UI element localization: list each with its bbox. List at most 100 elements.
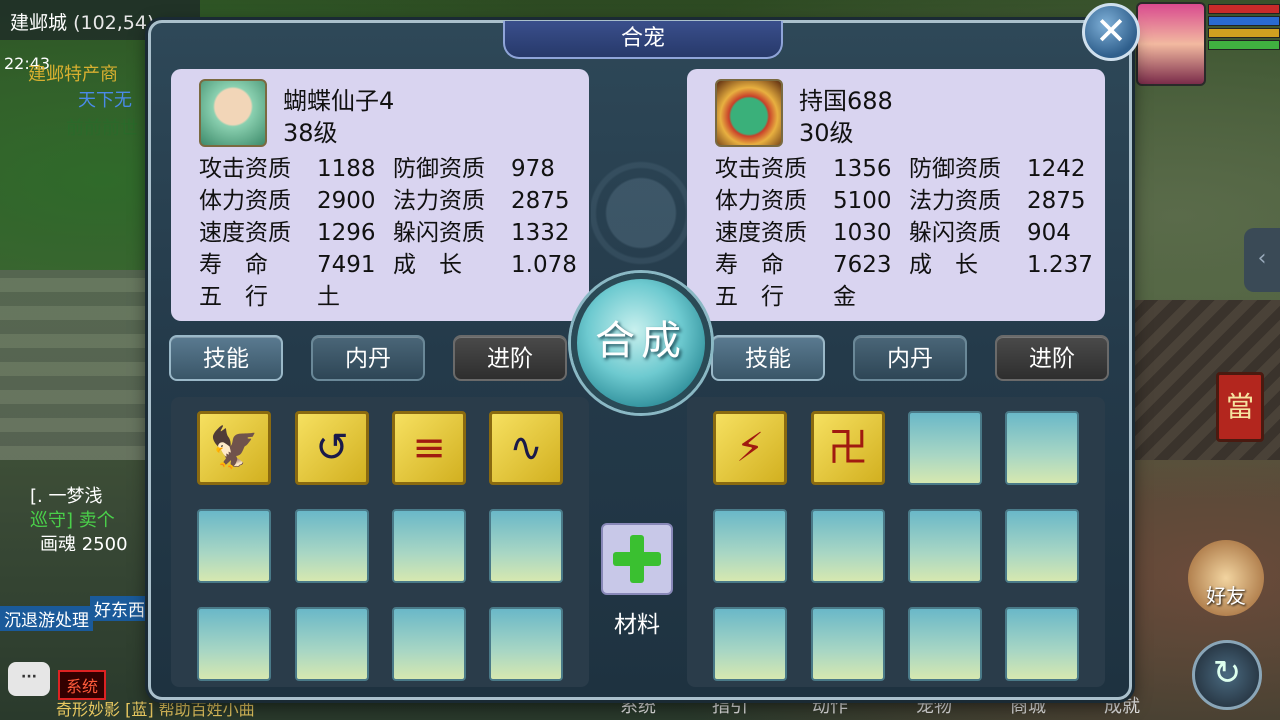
stone-wall xyxy=(0,270,150,460)
left-skill-grid: 🦅 ↺ ≡ ∿ xyxy=(171,397,589,687)
fairy-pet-avatar-icon[interactable] xyxy=(199,79,267,147)
chat-icon[interactable]: ··· xyxy=(8,662,50,696)
friend-label: 好友 xyxy=(1206,584,1246,608)
empty-skill-slot[interactable] xyxy=(1005,411,1079,485)
side-collapse-icon[interactable]: ‹ xyxy=(1244,228,1280,292)
stat-value: 1.237 xyxy=(1027,252,1093,278)
stat-value: 1030 xyxy=(833,220,892,246)
stat-value: 1242 xyxy=(1027,156,1086,182)
empty-skill-slot[interactable] xyxy=(392,607,466,681)
empty-skill-slot[interactable] xyxy=(811,607,885,681)
material-label: 材料 xyxy=(614,612,660,638)
empty-skill-slot[interactable] xyxy=(713,607,787,681)
stat-value: 5100 xyxy=(833,188,892,214)
location-name: 建邺城 xyxy=(10,12,68,34)
stat-label: 成 长 xyxy=(909,252,978,278)
empty-skill-slot[interactable] xyxy=(197,509,271,583)
guardian-pet-avatar-icon[interactable] xyxy=(715,79,783,147)
stat-value: 1356 xyxy=(833,156,892,182)
stat-label: 速度资质 xyxy=(199,220,291,246)
stat-value: 7491 xyxy=(317,252,376,278)
left-tab-skills[interactable]: 技能 xyxy=(169,335,283,381)
chat-tag[interactable]: 沉退游处理 xyxy=(0,606,93,631)
mp-bar xyxy=(1208,16,1280,26)
plus-icon xyxy=(613,535,661,583)
empty-skill-slot[interactable] xyxy=(489,509,563,583)
whirlwind-icon[interactable]: ∿ xyxy=(489,411,563,485)
stat-label: 躲闪资质 xyxy=(393,220,485,246)
stat-value: 1332 xyxy=(511,220,570,246)
rune-icon[interactable]: 卍 xyxy=(811,411,885,485)
location-coords: (102,54) xyxy=(73,12,155,34)
right-skill-grid: ⚡ 卍 xyxy=(687,397,1105,687)
close-icon[interactable]: ✕ xyxy=(1082,3,1140,61)
empty-skill-slot[interactable] xyxy=(908,509,982,583)
empty-skill-slot[interactable] xyxy=(1005,607,1079,681)
empty-skill-slot[interactable] xyxy=(713,509,787,583)
stat-value: 2875 xyxy=(1027,188,1086,214)
right-pet-info: 持国688 30级 攻击资质 1356 防御资质 1242 体力资质 5100 … xyxy=(687,69,1105,321)
empty-skill-slot[interactable] xyxy=(908,411,982,485)
right-tab-inner-core[interactable]: 内丹 xyxy=(853,335,967,381)
stat-label: 寿 命 xyxy=(199,252,268,278)
empty-skill-slot[interactable] xyxy=(295,607,369,681)
left-pet-level: 38级 xyxy=(283,119,338,147)
stat-label: 躲闪资质 xyxy=(909,220,1001,246)
stat-label: 攻击资质 xyxy=(199,156,291,182)
chat-line: 画魂 2500 xyxy=(40,534,128,555)
exp-bar xyxy=(1208,40,1280,50)
stat-label: 体力资质 xyxy=(715,188,807,214)
stat-label: 五 行 xyxy=(199,284,268,310)
stat-value: 1.078 xyxy=(511,252,577,278)
left-pet-info: 蝴蝶仙子4 38级 攻击资质 1188 防御资质 978 体力资质 2900 法… xyxy=(171,69,589,321)
left-tab-inner-core[interactable]: 内丹 xyxy=(311,335,425,381)
empty-skill-slot[interactable] xyxy=(197,607,271,681)
left-pet-stats: 攻击资质 1188 防御资质 978 体力资质 2900 法力资质 2875 速… xyxy=(199,153,587,313)
empty-skill-slot[interactable] xyxy=(295,509,369,583)
right-tab-skills[interactable]: 技能 xyxy=(711,335,825,381)
stat-value: 1188 xyxy=(317,156,376,182)
empty-skill-slot[interactable] xyxy=(908,607,982,681)
friend-button[interactable]: 好友 xyxy=(1188,540,1264,616)
dash-icon[interactable]: ≡ xyxy=(392,411,466,485)
stat-label: 法力资质 xyxy=(909,188,1001,214)
empty-skill-slot[interactable] xyxy=(489,607,563,681)
stat-value: 2875 xyxy=(511,188,570,214)
empty-skill-slot[interactable] xyxy=(811,509,885,583)
lightning-icon[interactable]: ⚡ xyxy=(713,411,787,485)
eagle-icon[interactable]: 🦅 xyxy=(197,411,271,485)
npc-label-2: 天下无 xyxy=(78,90,132,111)
left-pet-name: 蝴蝶仙子4 xyxy=(283,87,395,115)
refresh-icon[interactable]: ↻ xyxy=(1192,640,1262,710)
hp-bar xyxy=(1208,4,1280,14)
empty-skill-slot[interactable] xyxy=(1005,509,1079,583)
left-tab-advance[interactable]: 进阶 xyxy=(453,335,567,381)
empty-skill-slot[interactable] xyxy=(392,509,466,583)
right-tab-advance[interactable]: 进阶 xyxy=(995,335,1109,381)
chat-line: [. 一梦浅 xyxy=(30,486,103,507)
shop-sign: 當 xyxy=(1216,372,1264,442)
pet-merge-dialog: 合宠 蝴蝶仙子4 38级 攻击资质 1188 防御资质 978 体力资质 290… xyxy=(148,20,1132,703)
hook-icon[interactable]: ↺ xyxy=(295,411,369,485)
add-material-button[interactable] xyxy=(601,523,673,595)
stat-value: 978 xyxy=(511,156,555,182)
stat-value: 7623 xyxy=(833,252,892,278)
stat-label: 速度资质 xyxy=(715,220,807,246)
npc-label-3: 前前前世 xyxy=(66,118,138,139)
stat-label: 攻击资质 xyxy=(715,156,807,182)
stat-label: 五 行 xyxy=(715,284,784,310)
stat-label: 法力资质 xyxy=(393,188,485,214)
anger-bar xyxy=(1208,28,1280,38)
player-avatar[interactable] xyxy=(1136,2,1206,86)
stat-label: 防御资质 xyxy=(393,156,485,182)
chat-line: 巡守] 卖个 xyxy=(30,510,115,531)
stat-value: 1296 xyxy=(317,220,376,246)
chat-tag[interactable]: 好东西 xyxy=(90,596,149,621)
stat-label: 防御资质 xyxy=(909,156,1001,182)
npc-label-1: 建邺特产商 xyxy=(28,64,118,85)
stat-value: 904 xyxy=(1027,220,1071,246)
stat-label: 体力资质 xyxy=(199,188,291,214)
compose-button[interactable]: 合成 xyxy=(571,273,711,413)
stat-label: 成 长 xyxy=(393,252,462,278)
right-pet-name: 持国688 xyxy=(799,87,893,115)
